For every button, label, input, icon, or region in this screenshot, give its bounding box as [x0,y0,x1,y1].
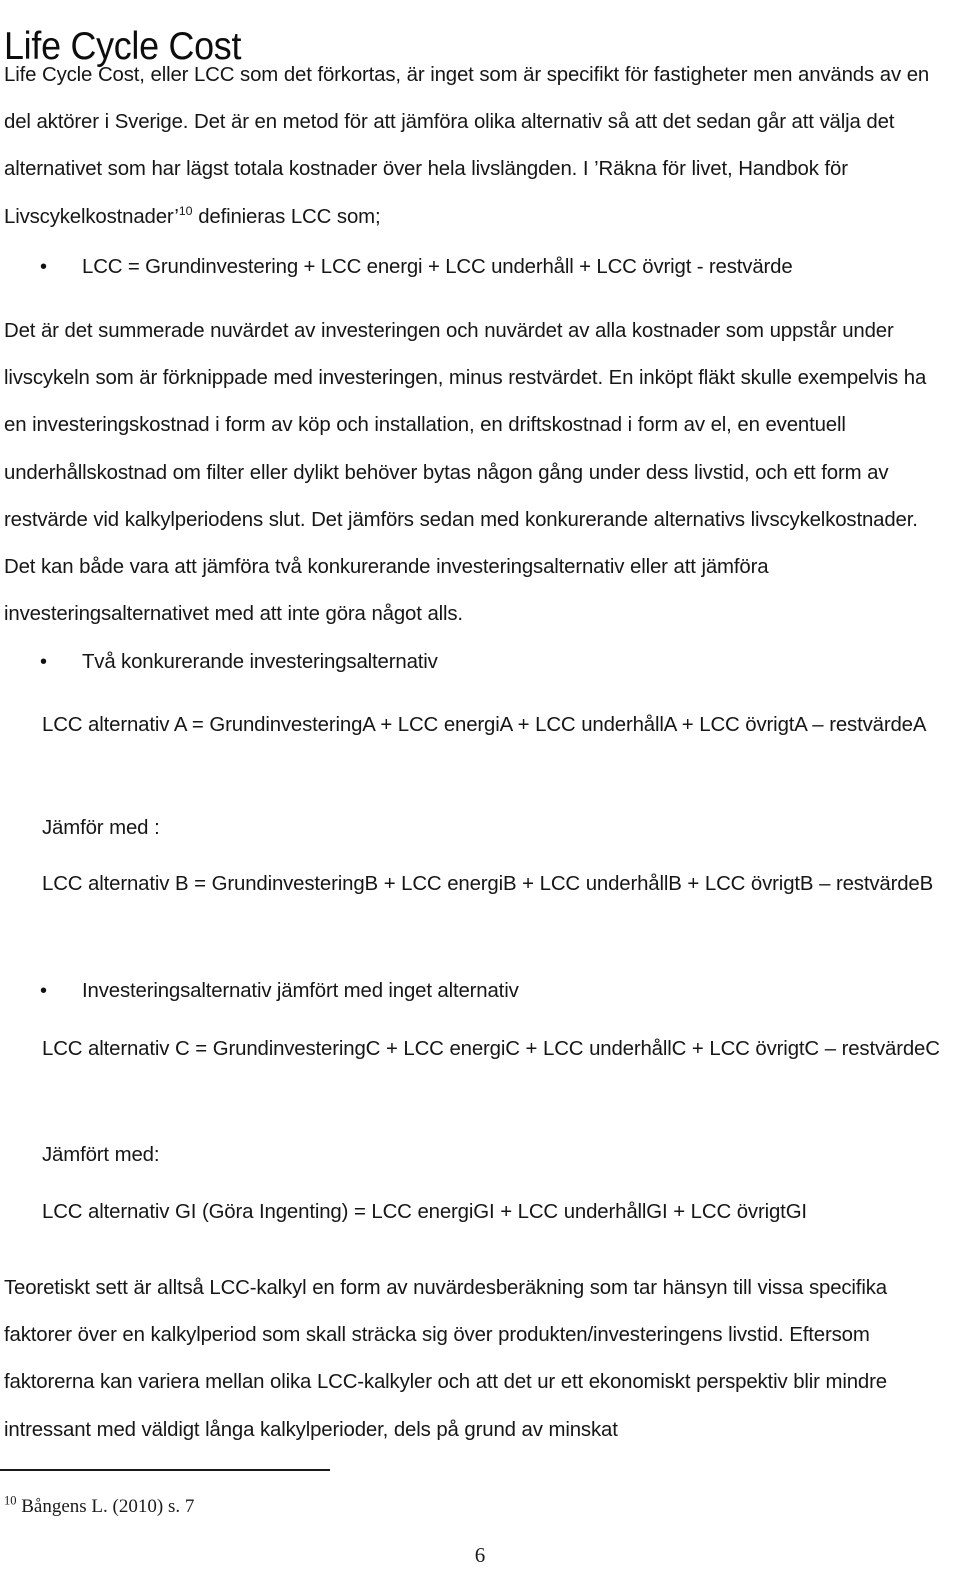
page-number: 6 [474,1543,486,1567]
inline-footnote-marker: 10 [178,203,193,218]
definition-formula-text: LCC = Grundinvestering + LCC energi + LC… [82,256,793,278]
formula-alternative-gi: LCC alternativ GI (Göra Ingenting) = LCC… [42,1201,807,1223]
no-alternative-label: Investeringsalternativ jämfört med inget… [82,980,519,1002]
formula-alternative-b: LCC alternativ B = GrundinvesteringB + L… [42,873,934,895]
bullet-icon: • [40,256,47,278]
paragraph-closing: Teoretiskt sett är alltså LCC-kalkyl en … [4,1277,887,1441]
footnote-text: Bångens L. (2010) s. 7 [21,1496,195,1517]
paragraph-intro: Life Cycle Cost, eller LCC som det förko… [4,52,948,241]
paragraph-explanation: Det är det summerade nuvärdet av investe… [4,320,927,626]
footnote: 10 Bångens L. (2010) s. 7 [4,1493,195,1519]
bullet-icon: • [40,651,47,673]
formula-alternative-c: LCC alternativ C = GrundinvesteringC + L… [42,1038,940,1060]
footnote-separator [0,1469,330,1471]
bullet-icon: • [40,980,47,1002]
footnote-marker: 10 [4,1493,17,1508]
compare-with-label-c: Jämfört med: [42,1144,160,1166]
document-page: Life Cycle Cost Life Cycle Cost, eller L… [0,0,960,1580]
compare-with-label-a: Jämför med : [42,817,160,839]
intro-text-part2: definieras LCC som; [192,205,381,228]
formula-alternative-a: LCC alternativ A = GrundinvesteringA + L… [42,714,927,736]
two-alternatives-label: Två konkurerande investeringsalternativ [82,651,438,673]
intro-text-part1: Life Cycle Cost, eller LCC som det förko… [4,64,930,228]
